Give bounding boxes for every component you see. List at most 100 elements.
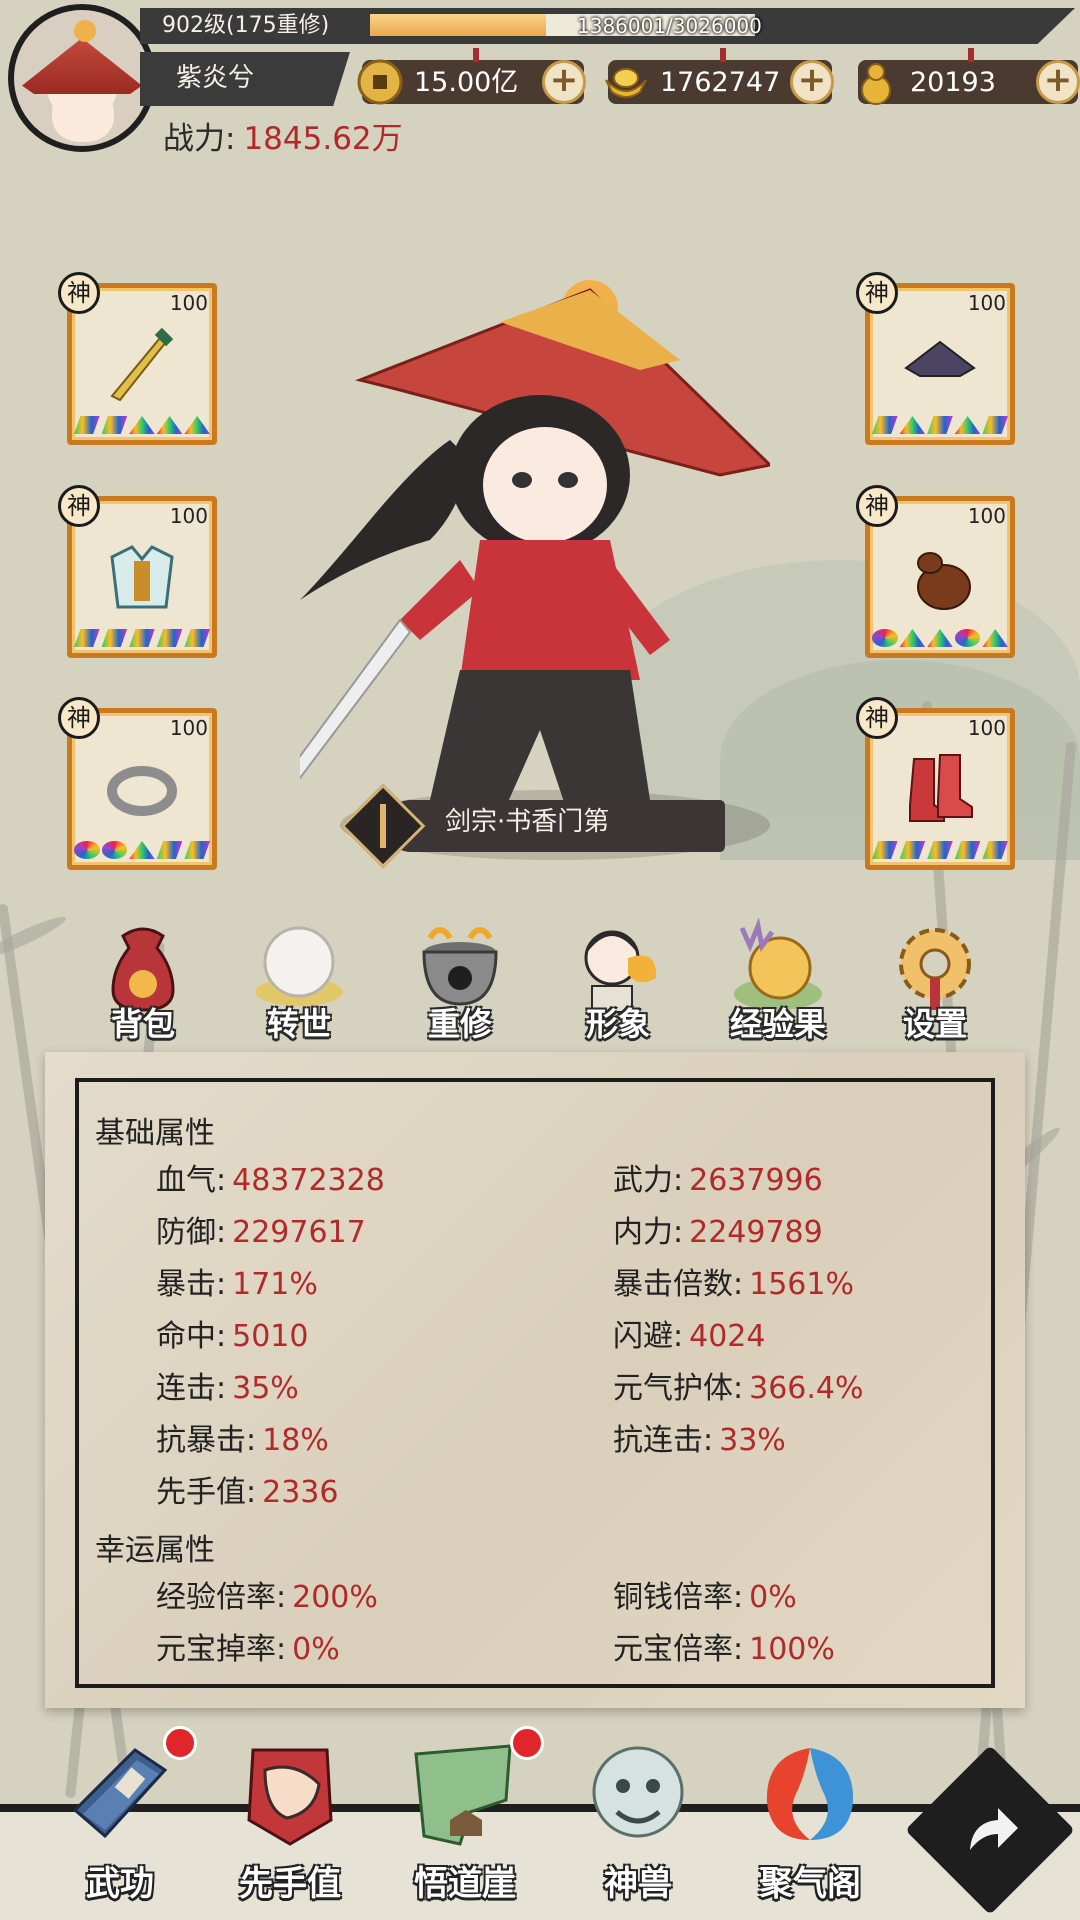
add-gourd-button[interactable]: + <box>1036 60 1080 104</box>
stat-label: 抗暴击: <box>156 1423 257 1458</box>
stat-label: 内力: <box>613 1215 684 1250</box>
stat-crit-multiplier: 暴击倍数: 1561% <box>613 1265 854 1305</box>
cliff-icon <box>414 1744 512 1846</box>
stat-label: 铜钱倍率: <box>613 1580 744 1615</box>
stat-label: 血气: <box>156 1163 227 1198</box>
stat-label: 元宝倍率: <box>613 1632 744 1667</box>
equip-slot-gourd[interactable]: 神 100 <box>856 485 1015 658</box>
stat-crit: 暴击: 171% <box>156 1265 318 1305</box>
stat-value: 366.4% <box>749 1371 864 1406</box>
nav-gather-qi-button[interactable]: 聚气阁 <box>735 1740 885 1920</box>
stat-combo: 连击: 35% <box>156 1369 299 1409</box>
beast-icon <box>592 1746 684 1838</box>
stat-value: 35% <box>232 1371 299 1406</box>
add-ingot-button[interactable]: + <box>790 60 834 104</box>
stat-value: 18% <box>262 1423 329 1458</box>
boots-icon <box>909 754 973 822</box>
stat-value: 48372328 <box>232 1163 385 1198</box>
gear-icon <box>899 928 971 1010</box>
divine-badge: 神 <box>856 697 898 739</box>
copper-value: 15.00亿 <box>414 67 519 98</box>
nav-cliff-label: 悟道崖 <box>414 1864 516 1904</box>
equip-level: 100 <box>967 504 1006 528</box>
stat-ingot-drop-rate: 元宝掉率: 0% <box>156 1630 340 1670</box>
stat-value: 5010 <box>232 1319 309 1354</box>
equip-slot-hat[interactable]: 神 100 <box>856 272 1015 445</box>
divine-badge: 神 <box>58 272 100 314</box>
cliff-notification-badge <box>510 1726 544 1760</box>
stat-value: 100% <box>749 1632 835 1667</box>
stat-inner-power: 内力: 2249789 <box>613 1213 823 1253</box>
armor-icon <box>110 545 174 609</box>
menu-bag-button[interactable]: 背包 <box>78 918 208 1048</box>
bag-icon <box>111 927 175 1012</box>
menu-appearance-label: 形象 <box>585 1005 650 1043</box>
stat-label: 命中: <box>156 1319 227 1354</box>
currency-gourd: 20193 + <box>858 48 1080 105</box>
stat-qi-shield: 元气护体: 366.4% <box>613 1369 864 1409</box>
level-text: 902级(175重修) <box>162 13 330 38</box>
luck-stats-title: 幸运属性 <box>95 1533 215 1568</box>
martial-arts-notification-badge <box>163 1726 197 1760</box>
nav-initiative-button[interactable]: 先手值 <box>215 1740 365 1920</box>
stat-label: 先手值: <box>156 1475 257 1510</box>
stat-value: 2297617 <box>232 1215 366 1250</box>
sect-label: 剑宗·书香门第 <box>445 807 610 837</box>
stat-value: 1561% <box>749 1267 854 1302</box>
stat-dodge: 闪避: 4024 <box>613 1317 765 1357</box>
stat-value: 2249789 <box>689 1215 823 1250</box>
menu-exp-fruit-label: 经验果 <box>729 1005 826 1043</box>
fruit-icon <box>734 918 822 1010</box>
equip-slot-armor[interactable]: 神 100 <box>58 485 217 658</box>
ring-icon <box>107 766 177 816</box>
nav-beast-button[interactable]: 神兽 <box>563 1740 713 1920</box>
equip-level: 100 <box>967 291 1006 315</box>
stat-value: 33% <box>719 1423 786 1458</box>
fist-icon <box>247 1748 333 1846</box>
menu-settings-button[interactable]: 设置 <box>870 918 1000 1048</box>
add-copper-button[interactable]: + <box>542 60 586 104</box>
stat-value: 0% <box>292 1632 340 1667</box>
stat-value: 2637996 <box>689 1163 823 1198</box>
equip-slot-ring[interactable]: 神 100 <box>58 697 217 870</box>
stat-label: 元宝掉率: <box>156 1632 287 1667</box>
menu-recultivate-button[interactable]: 重修 <box>395 918 525 1048</box>
hat-icon <box>904 340 976 377</box>
nav-martial-arts-button[interactable]: 武功 <box>45 1740 195 1920</box>
stat-label: 经验倍率: <box>156 1580 287 1615</box>
stat-label: 暴击: <box>156 1267 227 1302</box>
gourd-value: 20193 <box>910 67 996 98</box>
equip-slot-boots[interactable]: 神 100 <box>856 697 1015 870</box>
equip-level: 100 <box>169 504 208 528</box>
stat-hit: 命中: 5010 <box>156 1317 308 1357</box>
equip-slot-weapon[interactable]: 神 100 <box>58 272 217 445</box>
menu-exp-fruit-button[interactable]: 经验果 <box>713 918 843 1048</box>
exp-text: 1386001/3026000 <box>577 14 762 38</box>
menu-appearance-button[interactable]: 形象 <box>553 918 683 1048</box>
ingot-value: 1762747 <box>660 67 781 98</box>
stat-value: 2336 <box>262 1475 339 1510</box>
arrow-right-icon <box>970 1808 1018 1850</box>
gourd-bag-icon <box>917 552 971 610</box>
divine-badge: 神 <box>856 485 898 527</box>
power-value: 1845.62万 <box>243 121 403 157</box>
divine-badge: 神 <box>856 272 898 314</box>
stat-label: 元气护体: <box>613 1371 744 1406</box>
stat-defense: 防御: 2297617 <box>156 1213 366 1253</box>
book-icon <box>72 1748 168 1839</box>
stat-value: 0% <box>749 1580 797 1615</box>
stat-value: 4024 <box>689 1319 766 1354</box>
nav-cliff-button[interactable]: 悟道崖 <box>390 1740 540 1920</box>
exp-progress-fill <box>370 14 547 36</box>
copper-coin-icon <box>357 59 403 105</box>
swirl-icon <box>766 1748 854 1840</box>
stat-hp: 血气: 48372328 <box>156 1161 385 1201</box>
player-avatar[interactable] <box>8 4 156 152</box>
nav-initiative-label: 先手值 <box>239 1864 341 1904</box>
nav-martial-arts-label: 武功 <box>86 1864 154 1904</box>
sect-badge[interactable]: 剑宗·书香门第 <box>340 783 775 869</box>
menu-recultivate-label: 重修 <box>427 1005 492 1043</box>
menu-rebirth-button[interactable]: 转世 <box>234 918 364 1048</box>
stat-initiative: 先手值: 2336 <box>156 1473 338 1513</box>
character-figure <box>300 280 770 834</box>
